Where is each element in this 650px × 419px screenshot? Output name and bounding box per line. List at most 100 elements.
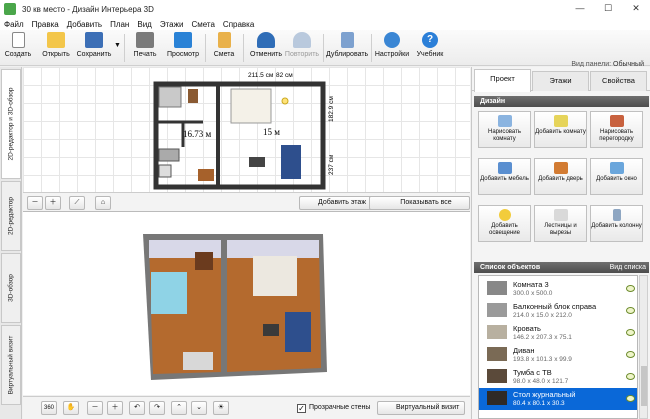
kitchen-counter[interactable]	[198, 169, 214, 181]
menu-help[interactable]: Справка	[219, 20, 258, 29]
view-3d-canvas[interactable]	[23, 212, 470, 395]
coffee-table[interactable]	[249, 157, 265, 167]
visibility-eye-icon[interactable]	[626, 285, 635, 292]
zoom-out-icon[interactable]: －	[27, 196, 43, 210]
design-section-header: Дизайн	[474, 96, 649, 107]
bathtub[interactable]	[158, 148, 180, 162]
tab-floors[interactable]: Этажи	[532, 71, 589, 91]
list-item[interactable]: Кровать 146.2 x 207.3 x 75.1	[479, 322, 637, 344]
home-icon[interactable]: ⌂	[95, 196, 111, 210]
menu-plan[interactable]: План	[106, 20, 133, 29]
tilt-up-icon[interactable]: ⌃	[171, 401, 187, 415]
sofa[interactable]	[281, 145, 301, 179]
draw-partition-button[interactable]: Нарисовать перегородку	[590, 111, 643, 148]
view-mode-tabs: 2D-редактор и 3D-обзор 2D-редактор 3D-об…	[0, 67, 22, 419]
minimize-button[interactable]: —	[566, 0, 594, 18]
objects-section-header: Список объектов Вид списка	[474, 262, 649, 273]
bathroom[interactable]	[151, 272, 187, 314]
visibility-eye-icon[interactable]	[626, 373, 635, 380]
show-all-sizes-button[interactable]: Показывать все размеры	[369, 196, 470, 218]
orbit-right-icon[interactable]: ↷	[149, 401, 165, 415]
tab-2d-editor[interactable]: 2D-редактор	[1, 181, 21, 251]
preview-button[interactable]: Просмотр	[166, 32, 200, 64]
zoom-out-icon[interactable]: －	[87, 401, 103, 415]
bed[interactable]	[230, 88, 272, 124]
undo-button[interactable]: Отменить	[248, 32, 284, 64]
open-button[interactable]: Открыть	[38, 32, 74, 64]
visibility-eye-icon[interactable]	[626, 395, 635, 402]
menu-bar: Файл Правка Добавить План Вид Этажи Смет…	[0, 18, 650, 30]
orbit-left-icon[interactable]: ↶	[129, 401, 145, 415]
wall-texture[interactable]	[227, 240, 319, 258]
close-button[interactable]: ✕	[622, 0, 650, 18]
virtual-visit-button[interactable]: Виртуальный визит	[377, 401, 466, 415]
floor-plan[interactable]: 211.5 см 82 см 182.9 см 237 см 16.73 м 1…	[23, 67, 470, 192]
model-3d[interactable]	[23, 212, 470, 395]
list-item[interactable]: Комната 3 300.0 x 500.0	[479, 278, 637, 300]
visibility-eye-icon[interactable]	[626, 351, 635, 358]
print-button[interactable]: Печать	[130, 32, 160, 64]
wardrobe[interactable]	[158, 86, 182, 108]
kitchen-3d[interactable]	[183, 352, 213, 370]
visibility-eye-icon[interactable]	[626, 307, 635, 314]
menu-edit[interactable]: Правка	[28, 20, 63, 29]
list-item[interactable]: Диван 193.8 x 101.3 x 99.9	[479, 344, 637, 366]
plan-2d-canvas[interactable]: 211.5 см 82 см 182.9 см 237 см 16.73 м 1…	[23, 67, 470, 210]
menu-add[interactable]: Добавить	[63, 20, 106, 29]
tab-project[interactable]: Проект	[474, 69, 531, 92]
list-view-toggle[interactable]: Вид списка	[610, 262, 646, 273]
coffee-table-3d[interactable]	[263, 324, 279, 336]
list-item[interactable]: Балконный блок справа 214.0 x 15.0 x 212…	[479, 300, 637, 322]
new-document-icon	[11, 32, 25, 48]
maximize-button[interactable]: ☐	[594, 0, 622, 18]
transparent-walls-label: Прозрачные стены	[309, 404, 371, 411]
zoom-in-icon[interactable]: ＋	[107, 401, 123, 415]
menu-estimate[interactable]: Смета	[187, 20, 218, 29]
save-button[interactable]: Сохранить	[76, 32, 112, 64]
wardrobe-3d[interactable]	[195, 252, 213, 270]
add-furniture-button[interactable]: Добавить мебель	[478, 158, 531, 195]
add-room-button[interactable]: Добавить комнату	[534, 111, 587, 148]
zoom-in-icon[interactable]: ＋	[45, 196, 61, 210]
menu-view[interactable]: Вид	[133, 20, 155, 29]
duplicate-button[interactable]: Дублировать	[326, 32, 368, 64]
right-panel-tabs: Проект Этажи Свойства	[472, 67, 650, 92]
tab-properties[interactable]: Свойства	[590, 71, 647, 91]
add-floor-button[interactable]: Добавить этаж	[299, 196, 373, 210]
add-window-button[interactable]: Добавить окно	[590, 158, 643, 195]
stairs-cutouts-button[interactable]: Лестницы и вырезы	[534, 205, 587, 242]
list-item[interactable]: Тумба с ТВ 98.0 x 48.0 x 121.7	[479, 366, 637, 388]
sofa-3d[interactable]	[285, 312, 311, 352]
visibility-eye-icon[interactable]	[626, 329, 635, 336]
add-column-button[interactable]: Добавить колонну	[590, 205, 643, 242]
tutorial-button[interactable]: ? Учебник	[414, 32, 446, 64]
light-icon[interactable]: ☀	[213, 401, 229, 415]
lamp[interactable]	[281, 97, 289, 105]
objects-list[interactable]: Комната 3 300.0 x 500.0 Балконный блок с…	[478, 275, 638, 419]
scrollbar-thumb[interactable]	[641, 366, 647, 406]
objects-list-scrollbar[interactable]	[639, 275, 648, 419]
save-dropdown-icon[interactable]: ▼	[114, 42, 121, 49]
create-button[interactable]: Создать	[2, 32, 34, 64]
estimate-button[interactable]: Смета	[210, 32, 238, 64]
add-lighting-button[interactable]: Добавить освещение	[478, 205, 531, 242]
list-item-selected[interactable]: Стол журнальный 80.4 x 80.1 x 30.3	[479, 388, 637, 410]
menu-file[interactable]: Файл	[0, 20, 28, 29]
tab-virtual-visit[interactable]: Виртуальный визит	[1, 325, 21, 405]
tab-2d-editor-3d-view[interactable]: 2D-редактор и 3D-обзор	[1, 69, 21, 179]
add-door-button[interactable]: Добавить дверь	[534, 158, 587, 195]
menu-floors[interactable]: Этажи	[156, 20, 188, 29]
tilt-down-icon[interactable]: ⌄	[191, 401, 207, 415]
cabinet[interactable]	[188, 89, 198, 103]
bed-3d[interactable]	[253, 256, 297, 296]
hand-icon[interactable]: ✋	[63, 401, 79, 415]
stove[interactable]	[158, 164, 172, 178]
transparent-walls-checkbox[interactable]: ✓	[297, 404, 306, 413]
window-icon	[609, 162, 624, 174]
ruler-icon[interactable]: ⟋	[69, 196, 85, 210]
rotate-360-icon[interactable]: 360	[41, 401, 57, 415]
tab-3d-view[interactable]: 3D-обзор	[1, 253, 21, 323]
redo-button[interactable]: Повторить	[284, 32, 320, 64]
settings-button[interactable]: Настройки	[374, 32, 410, 64]
draw-room-button[interactable]: Нарисовать комнату	[478, 111, 531, 148]
